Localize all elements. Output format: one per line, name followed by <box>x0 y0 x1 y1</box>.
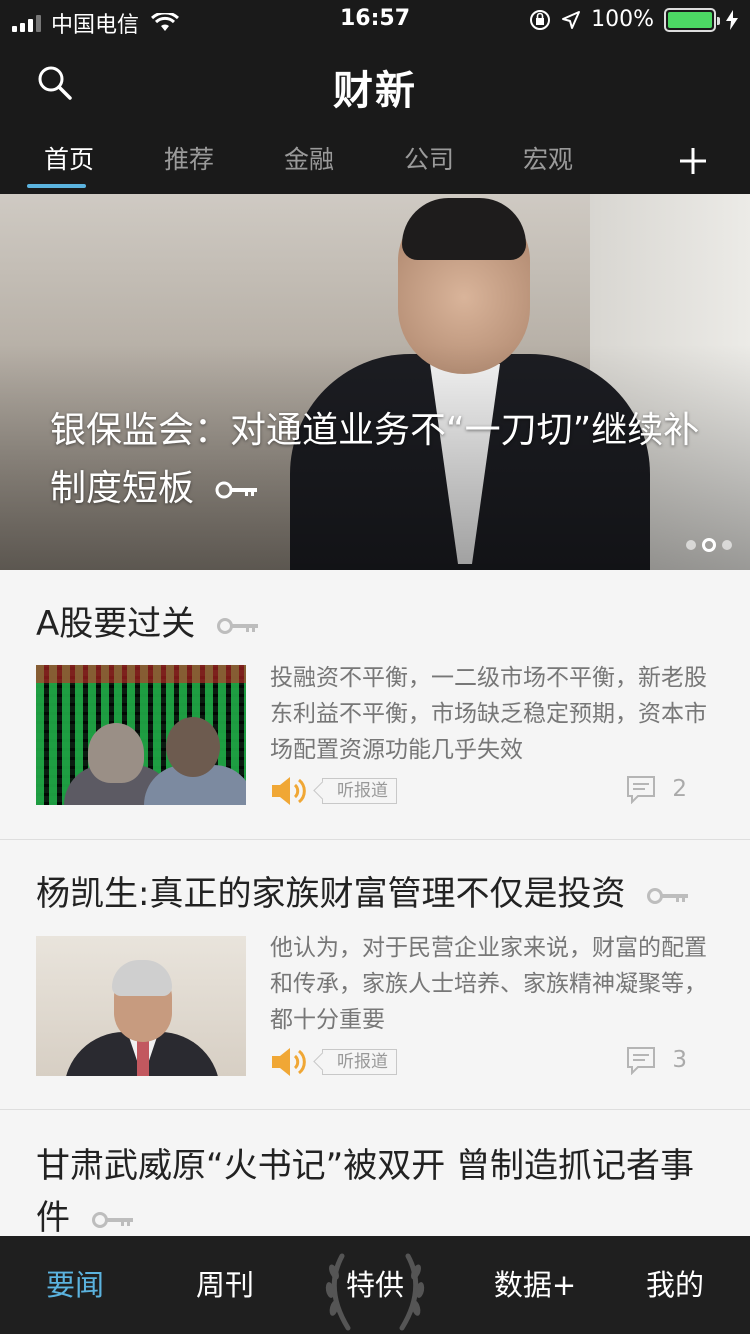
charging-icon <box>726 9 738 30</box>
plus-icon[interactable] <box>676 144 710 178</box>
nav-weekly[interactable]: 周刊 <box>150 1236 300 1334</box>
tab-home[interactable]: 首页 <box>14 140 124 194</box>
comment-icon <box>627 776 656 804</box>
tab-recommend[interactable]: 推荐 <box>134 140 244 194</box>
article-summary: 投融资不平衡，一二级市场不平衡，新老股东利益不平衡，市场缺乏稳定预期，资本市场配… <box>270 665 707 763</box>
article-meta: 听报道 2 <box>270 774 715 808</box>
listen-button[interactable]: 听报道 <box>322 1049 397 1075</box>
nav-special[interactable]: 特供 <box>300 1236 450 1334</box>
tab-macro[interactable]: 宏观 <box>493 140 603 194</box>
key-icon <box>217 617 259 634</box>
tab-fade <box>610 140 670 190</box>
article-summary: 他认为，对于民营企业家来说，财富的配置和传承，家族人士培养、家族精神凝聚等，都十… <box>270 935 707 1033</box>
app-logo: 财新 <box>333 68 417 114</box>
tab-finance[interactable]: 金融 <box>254 140 364 194</box>
battery-icon <box>664 7 720 32</box>
article-thumbnail[interactable] <box>36 665 246 805</box>
speaker-icon[interactable] <box>270 774 308 808</box>
nav-profile[interactable]: 我的 <box>600 1236 750 1334</box>
bottom-nav: 要闻 周刊 特供 数据+ 我的 <box>0 1236 750 1334</box>
article-meta: 听报道 3 <box>270 1045 715 1079</box>
key-icon <box>215 481 258 499</box>
tab-company[interactable]: 公司 <box>374 140 484 194</box>
article-card[interactable]: 杨凯生:真正的家族财富管理不仅是投资 他认为，对于民营企业家来说，财富的配置和传… <box>0 840 750 1110</box>
location-icon <box>562 10 581 29</box>
nav-headlines[interactable]: 要闻 <box>0 1236 150 1334</box>
carousel-indicator <box>686 538 732 552</box>
battery-percent: 100% <box>591 7 654 32</box>
speaker-icon[interactable] <box>270 1045 308 1079</box>
article-title[interactable]: A股要过关 <box>36 598 716 650</box>
key-icon <box>647 887 689 904</box>
article-title[interactable]: 甘肃武威原“火书记”被双开 曾制造抓记者事件 <box>36 1140 716 1244</box>
nav-data-plus[interactable]: 数据+ <box>460 1236 610 1334</box>
comment-icon <box>627 1047 656 1075</box>
app-header: 财新 首页 推荐 金融 公司 宏观 政 <box>0 42 750 194</box>
article-card[interactable]: A股要过关 投融资不平衡，一二级市场不平衡，新老股东利益不平衡，市场缺乏稳定预期… <box>0 570 750 840</box>
comment-count[interactable]: 3 <box>626 1045 687 1075</box>
status-right: 100% <box>529 7 738 32</box>
key-icon <box>91 1211 133 1228</box>
comment-count[interactable]: 2 <box>626 774 687 804</box>
hero-banner[interactable]: 银保监会：对通道业务不“一刀切”继续补制度短板 <box>0 194 750 570</box>
channel-tabs: 首页 推荐 金融 公司 宏观 政 <box>0 140 660 194</box>
article-card[interactable]: 甘肃武威原“火书记”被双开 曾制造抓记者事件 <box>0 1110 750 1238</box>
status-bar: 中国电信 16:57 100% <box>0 0 750 42</box>
orientation-lock-icon <box>530 9 551 30</box>
article-thumbnail[interactable] <box>36 936 246 1076</box>
article-title[interactable]: 杨凯生:真正的家族财富管理不仅是投资 <box>36 868 716 920</box>
listen-button[interactable]: 听报道 <box>322 778 397 804</box>
hero-title[interactable]: 银保监会：对通道业务不“一刀切”继续补制度短板 <box>50 402 720 518</box>
